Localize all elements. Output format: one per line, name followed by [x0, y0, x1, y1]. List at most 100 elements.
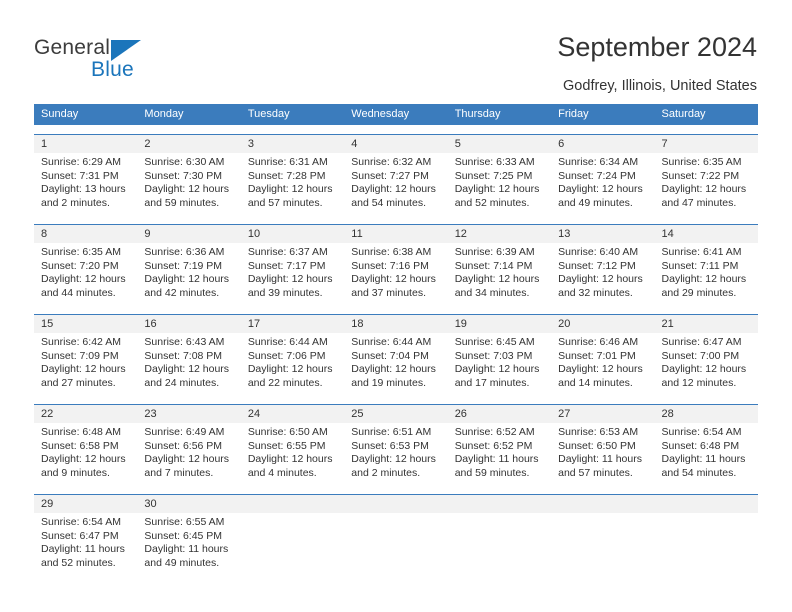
day-number[interactable]: 30	[137, 495, 240, 513]
daylight-text-line2: and 14 minutes.	[558, 376, 633, 389]
day-number[interactable]: 2	[137, 135, 240, 153]
daylight-text-line2: and 57 minutes.	[247, 196, 323, 209]
day-number[interactable]: 17	[241, 315, 344, 333]
day-cell[interactable]: Sunrise: 6:51 AM Sunset: 6:53 PM Dayligh…	[344, 423, 447, 485]
day-number[interactable]: 4	[344, 135, 447, 153]
day-number[interactable]: 6	[551, 135, 654, 153]
day-cell[interactable]: Sunrise: 6:39 AM Sunset: 7:14 PM Dayligh…	[448, 243, 551, 305]
sunset-text: Sunset: 6:48 PM	[661, 439, 740, 452]
day-cell[interactable]: Sunrise: 6:52 AM Sunset: 6:52 PM Dayligh…	[448, 423, 551, 485]
sunset-text: Sunset: 7:08 PM	[144, 349, 223, 362]
day-cell[interactable]: Sunrise: 6:55 AM Sunset: 6:45 PM Dayligh…	[137, 513, 240, 575]
day-cell[interactable]: Sunrise: 6:53 AM Sunset: 6:50 PM Dayligh…	[551, 423, 654, 485]
daylight-text-line2: and 9 minutes.	[41, 466, 110, 479]
day-number[interactable]: 13	[551, 225, 654, 243]
sunrise-text: Sunrise: 6:48 AM	[41, 426, 121, 438]
day-number[interactable]: 25	[344, 405, 447, 423]
daylight-text-line2: and 32 minutes.	[558, 286, 633, 299]
daylight-text-line1: Daylight: 12 hours	[558, 183, 643, 196]
weekday-thursday: Thursday	[454, 108, 501, 120]
day-cell[interactable]: Sunrise: 6:40 AM Sunset: 7:12 PM Dayligh…	[551, 243, 654, 305]
day-number[interactable]: 28	[655, 405, 758, 423]
day-cell[interactable]: Sunrise: 6:44 AM Sunset: 7:06 PM Dayligh…	[241, 333, 344, 395]
day-cell[interactable]: Sunrise: 6:47 AM Sunset: 7:00 PM Dayligh…	[655, 333, 758, 395]
weekday-wednesday: Wednesday	[351, 108, 410, 120]
day-number[interactable]: 24	[241, 405, 344, 423]
day-number[interactable]: 18	[344, 315, 447, 333]
day-number[interactable]: 29	[34, 495, 137, 513]
page-header: General Blue September 2024 Godfrey, Ill…	[0, 0, 792, 100]
day-cell[interactable]: Sunrise: 6:34 AM Sunset: 7:24 PM Dayligh…	[551, 153, 654, 215]
day-detail-row: Sunrise: 6:42 AM Sunset: 7:09 PM Dayligh…	[34, 333, 758, 395]
daylight-text-line1: Daylight: 11 hours	[661, 453, 746, 466]
daylight-text-line2: and 2 minutes.	[351, 466, 421, 479]
day-number[interactable]: 19	[448, 315, 551, 333]
daylight-text-line2: and 52 minutes.	[454, 196, 530, 209]
day-cell-empty	[241, 513, 344, 575]
day-number[interactable]: 5	[448, 135, 551, 153]
sunset-text: Sunset: 7:31 PM	[41, 169, 119, 182]
day-number[interactable]: 11	[344, 225, 447, 243]
day-cell[interactable]: Sunrise: 6:44 AM Sunset: 7:04 PM Dayligh…	[344, 333, 447, 395]
day-cell[interactable]: Sunrise: 6:41 AM Sunset: 7:11 PM Dayligh…	[655, 243, 758, 305]
daylight-text-line2: and 12 minutes.	[661, 376, 737, 389]
day-number[interactable]: 9	[137, 225, 240, 243]
day-cell[interactable]: Sunrise: 6:29 AM Sunset: 7:31 PM Dayligh…	[34, 153, 137, 215]
daylight-text-line1: Daylight: 12 hours	[247, 453, 333, 466]
sunrise-text: Sunrise: 6:44 AM	[247, 336, 328, 348]
day-number[interactable]: 22	[34, 405, 137, 423]
day-number[interactable]: 15	[34, 315, 137, 333]
day-cell-empty	[655, 513, 758, 575]
day-cell-empty	[551, 513, 654, 575]
day-cell[interactable]: Sunrise: 6:54 AM Sunset: 6:48 PM Dayligh…	[655, 423, 758, 485]
weekday-saturday: Saturday	[661, 108, 706, 120]
day-cell[interactable]: Sunrise: 6:36 AM Sunset: 7:19 PM Dayligh…	[137, 243, 240, 305]
day-number[interactable]: 27	[551, 405, 654, 423]
weekday-monday: Monday	[144, 108, 184, 120]
day-number[interactable]: 12	[448, 225, 551, 243]
day-number[interactable]: 1	[34, 135, 137, 153]
logo-text-blue: Blue	[91, 58, 134, 81]
day-cell[interactable]: Sunrise: 6:45 AM Sunset: 7:03 PM Dayligh…	[448, 333, 551, 395]
day-number[interactable]: 3	[241, 135, 344, 153]
sunrise-text: Sunrise: 6:37 AM	[247, 246, 328, 258]
day-number[interactable]: 21	[655, 315, 758, 333]
day-cell[interactable]: Sunrise: 6:38 AM Sunset: 7:16 PM Dayligh…	[344, 243, 447, 305]
sunrise-text: Sunrise: 6:51 AM	[351, 426, 432, 438]
day-cell[interactable]: Sunrise: 6:37 AM Sunset: 7:17 PM Dayligh…	[241, 243, 344, 305]
day-cell[interactable]: Sunrise: 6:50 AM Sunset: 6:55 PM Dayligh…	[241, 423, 344, 485]
sunset-text: Sunset: 7:00 PM	[661, 349, 740, 362]
day-number[interactable]: 8	[34, 225, 137, 243]
day-number[interactable]: 7	[655, 135, 758, 153]
sunrise-text: Sunrise: 6:47 AM	[661, 336, 742, 348]
day-number[interactable]: 23	[137, 405, 240, 423]
day-number[interactable]: 16	[137, 315, 240, 333]
daylight-text-line2: and 59 minutes.	[454, 466, 530, 479]
page-subtitle: Godfrey, Illinois, United States	[563, 78, 757, 94]
day-number[interactable]: 14	[655, 225, 758, 243]
day-number[interactable]: 20	[551, 315, 654, 333]
day-cell[interactable]: Sunrise: 6:42 AM Sunset: 7:09 PM Dayligh…	[34, 333, 137, 395]
day-cell[interactable]: Sunrise: 6:54 AM Sunset: 6:47 PM Dayligh…	[34, 513, 137, 575]
day-cell[interactable]: Sunrise: 6:30 AM Sunset: 7:30 PM Dayligh…	[137, 153, 240, 215]
daylight-text-line2: and 49 minutes.	[558, 196, 633, 209]
day-cell[interactable]: Sunrise: 6:48 AM Sunset: 6:58 PM Dayligh…	[34, 423, 137, 485]
general-blue-logo[interactable]: General Blue	[34, 36, 234, 84]
sunset-text: Sunset: 7:24 PM	[558, 169, 636, 182]
day-cell[interactable]: Sunrise: 6:32 AM Sunset: 7:27 PM Dayligh…	[344, 153, 447, 215]
calendar-grid: Sunday Monday Tuesday Wednesday Thursday…	[34, 104, 758, 575]
day-cell[interactable]: Sunrise: 6:43 AM Sunset: 7:08 PM Dayligh…	[137, 333, 240, 395]
day-cell[interactable]: Sunrise: 6:31 AM Sunset: 7:28 PM Dayligh…	[241, 153, 344, 215]
sunset-text: Sunset: 6:55 PM	[247, 439, 326, 452]
daylight-text-line1: Daylight: 12 hours	[41, 273, 126, 286]
day-cell[interactable]: Sunrise: 6:35 AM Sunset: 7:20 PM Dayligh…	[34, 243, 137, 305]
day-cell[interactable]: Sunrise: 6:46 AM Sunset: 7:01 PM Dayligh…	[551, 333, 654, 395]
daylight-text-line1: Daylight: 12 hours	[247, 273, 333, 286]
day-cell[interactable]: Sunrise: 6:49 AM Sunset: 6:56 PM Dayligh…	[137, 423, 240, 485]
daylight-text-line1: Daylight: 12 hours	[144, 453, 230, 466]
day-cell[interactable]: Sunrise: 6:33 AM Sunset: 7:25 PM Dayligh…	[448, 153, 551, 215]
day-cell[interactable]: Sunrise: 6:35 AM Sunset: 7:22 PM Dayligh…	[655, 153, 758, 215]
daylight-text-line1: Daylight: 12 hours	[661, 183, 747, 196]
day-number[interactable]: 10	[241, 225, 344, 243]
day-number[interactable]: 26	[448, 405, 551, 423]
